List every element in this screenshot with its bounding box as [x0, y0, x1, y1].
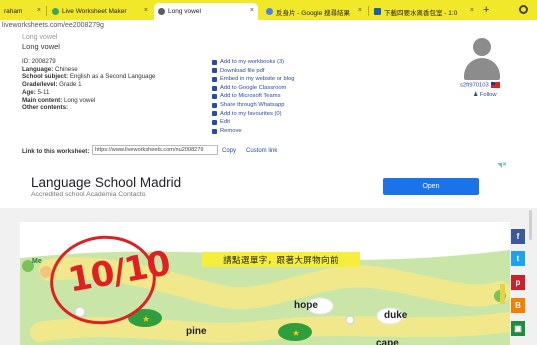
worksheet-title-cut: Long vowel — [22, 34, 58, 41]
svg-text:★: ★ — [292, 329, 300, 339]
tab-title: Long vowel — [168, 8, 201, 15]
custom-link-button[interactable]: Custom link — [246, 148, 277, 154]
browser-tab[interactable]: Live Worksheet Maker × — [48, 3, 152, 20]
trash-icon — [212, 128, 217, 134]
worksheet-title: Long vowel — [22, 42, 60, 51]
edit-link[interactable]: Edit — [212, 118, 294, 127]
ad-close-icon[interactable]: ✕ — [502, 161, 507, 168]
worksheet-link-field[interactable]: https://www.liveworksheets.com/nu2008279 — [92, 145, 218, 155]
copy-link-button[interactable]: Copy — [222, 148, 236, 154]
pinterest-icon[interactable]: p — [511, 275, 525, 290]
close-icon[interactable]: × — [144, 7, 148, 14]
meta-row: Other contents: — [22, 104, 69, 112]
scrollbar-thumb[interactable] — [529, 210, 532, 240]
tab-separator — [368, 6, 369, 16]
tab-title: 反身片 - Google 搜尋結果 — [276, 9, 351, 17]
pencil-icon — [212, 119, 217, 125]
tab-title: Live Worksheet Maker — [62, 8, 127, 15]
meta-row: Grade/level: Grade 1 — [22, 81, 82, 89]
worksheet-actions: Add to my workbooks (3) Download file pd… — [212, 58, 294, 135]
follow-link[interactable]: ♟ Follow — [473, 92, 497, 98]
workbook-icon — [212, 59, 217, 65]
browser-tab[interactable]: 反身片 - Google 搜尋結果 × — [262, 3, 366, 20]
meta-row: Age: 5-11 — [22, 88, 50, 96]
start-label: Me — [32, 258, 42, 265]
classroom-icon — [212, 85, 217, 91]
add-to-favourites-link[interactable]: Add to my favourites (0) — [212, 110, 294, 119]
google-classroom-link[interactable]: Add to Google Classroom — [212, 84, 294, 93]
ad-open-button[interactable]: Open — [383, 178, 479, 195]
facebook-icon[interactable]: f — [511, 229, 525, 244]
microsoft-teams-link[interactable]: Add to Microsoft Teams — [212, 92, 294, 101]
teams-icon — [212, 94, 217, 100]
ad-subtitle: Accredited school Academia Contacto — [31, 191, 146, 198]
new-tab-button[interactable]: + — [483, 4, 489, 16]
embed-icon — [212, 76, 217, 82]
word-option[interactable]: pine — [186, 326, 207, 337]
browser-tab-strip: raham × Live Worksheet Maker × Long vowe… — [0, 0, 537, 20]
browser-tab-active[interactable]: Long vowel × — [154, 3, 258, 20]
classroom-icon[interactable]: ▣ — [511, 321, 525, 336]
meta-row: School subject: English as a Second Lang… — [22, 73, 156, 81]
author-name[interactable]: s2ft970103 — [460, 82, 500, 89]
remove-link[interactable]: Remove — [212, 127, 294, 136]
worksheet-info-panel: Long vowel Long vowel ID: 2008279 Langua… — [0, 34, 537, 158]
liveworksheets-favicon-icon — [158, 8, 165, 15]
tab-title: raham — [4, 8, 23, 15]
address-bar[interactable]: liveworksheets.com/ee2008279g — [0, 20, 537, 35]
whatsapp-icon — [212, 102, 217, 108]
add-to-workbooks-link[interactable]: Add to my workbooks (3) — [212, 58, 294, 67]
author-avatar[interactable] — [461, 38, 503, 82]
svg-text:★: ★ — [142, 315, 150, 325]
download-pdf-link[interactable]: Download file pdf — [212, 67, 294, 76]
link-label: Link to this worksheet: — [22, 148, 90, 155]
browser-tab[interactable]: 下載四要水离香包室 - 1:0 × — [370, 3, 478, 20]
flower — [345, 315, 355, 325]
edge-marker — [500, 284, 505, 304]
word-option[interactable]: duke — [384, 310, 407, 321]
url-text: liveworksheets.com/ee2008279g — [2, 22, 104, 29]
tab-separator — [46, 6, 47, 16]
ad-banner[interactable]: Language School Madrid Accredited school… — [20, 160, 510, 206]
close-icon[interactable]: × — [470, 7, 474, 14]
yellow-path — [30, 312, 510, 343]
meta-row: Main content: Long vowel — [22, 96, 96, 104]
tab-title: 下載四要水离香包室 - 1:0 — [384, 9, 458, 17]
word-option[interactable]: hope — [294, 300, 318, 311]
google-favicon-icon — [266, 8, 273, 15]
site-favicon-icon — [374, 8, 381, 15]
worksheet-meta: ID: 2008279 Language: Chinese School sub… — [22, 58, 155, 112]
ad-title[interactable]: Language School Madrid — [31, 175, 181, 190]
meta-row: Language: Chinese — [22, 65, 78, 73]
download-icon — [212, 68, 217, 74]
taiwan-flag-icon — [490, 82, 500, 88]
heart-icon — [212, 111, 217, 117]
browser-tab[interactable]: raham × — [0, 3, 45, 20]
avatar-head — [473, 38, 491, 56]
whatsapp-share-link[interactable]: Share through Whatsapp — [212, 101, 294, 110]
follow-icon: ♟ — [473, 92, 479, 98]
close-icon[interactable]: × — [358, 7, 362, 14]
close-icon[interactable]: × — [37, 7, 41, 14]
worksheet-canvas[interactable]: ★ ★ 請點選單字，跟著大屏物向前 Me 10/10 pine hope duk… — [20, 222, 510, 345]
worksheet-maker-favicon-icon — [52, 8, 59, 15]
close-icon[interactable]: × — [250, 7, 254, 14]
browser-menu-icon[interactable] — [519, 5, 528, 14]
instruction-banner: 請點選單字，跟著大屏物向前 — [202, 252, 360, 267]
embed-link[interactable]: Embed in my website or blog — [212, 75, 294, 84]
avatar-body — [464, 58, 500, 80]
word-option[interactable]: cape — [376, 338, 399, 345]
meta-row: ID: 2008279 — [22, 58, 56, 65]
twitter-icon[interactable]: t — [511, 251, 525, 266]
blogger-icon[interactable]: B — [511, 298, 525, 313]
